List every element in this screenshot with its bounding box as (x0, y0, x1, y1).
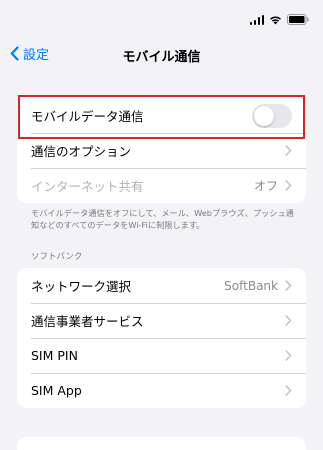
chevron-right-icon (285, 315, 292, 326)
carrier-services-label: 通信事業者サービス (31, 314, 144, 329)
sim-pin-label: SIM PIN (31, 348, 78, 363)
network-selection-label: ネットワーク選択 (31, 279, 132, 294)
page-title: モバイル通信 (122, 50, 201, 65)
sim-app-row[interactable]: SIM App (17, 373, 306, 408)
carrier-section-header: ソフトバンク (31, 252, 83, 262)
network-selection-row[interactable]: ネットワーク選択 SoftBank (17, 268, 306, 303)
carrier-services-row[interactable]: 通信事業者サービス (17, 303, 306, 338)
wifi-icon (269, 15, 282, 25)
sim-app-label: SIM App (31, 383, 82, 398)
cellular-settings-group: モバイルデータ通信 通信のオプション インターネット共有 オフ (17, 98, 306, 203)
next-settings-group (17, 437, 306, 450)
cellular-options-label: 通信のオプション (31, 144, 132, 159)
personal-hotspot-value: オフ (253, 179, 278, 193)
cellular-data-row: モバイルデータ通信 (17, 98, 306, 133)
cellular-data-label: モバイルデータ通信 (31, 109, 144, 124)
chevron-right-icon (285, 280, 292, 291)
status-bar (0, 0, 323, 38)
chevron-right-icon (285, 385, 292, 396)
toggle-knob (254, 105, 274, 126)
cellular-options-row[interactable]: 通信のオプション (17, 133, 306, 168)
chevron-right-icon (285, 145, 292, 156)
signal-icon (249, 14, 264, 25)
network-selection-value: SoftBank (224, 278, 278, 293)
personal-hotspot-label: インターネット共有 (31, 179, 144, 194)
status-icons (249, 14, 310, 25)
nav-bar: 設定 モバイル通信 (0, 38, 323, 72)
personal-hotspot-row: インターネット共有 オフ (17, 168, 306, 203)
sim-pin-row[interactable]: SIM PIN (17, 338, 306, 373)
carrier-settings-group: ネットワーク選択 SoftBank 通信事業者サービス SIM PIN SIM … (17, 268, 306, 408)
chevron-right-icon (285, 180, 292, 191)
cellular-data-footnote: モバイルデータ通信をオフにして、メール、Webブラウズ、プッシュ通知などのすべて… (31, 208, 294, 230)
battery-icon (287, 14, 309, 25)
chevron-right-icon (285, 350, 292, 361)
cellular-data-toggle[interactable] (252, 103, 292, 128)
